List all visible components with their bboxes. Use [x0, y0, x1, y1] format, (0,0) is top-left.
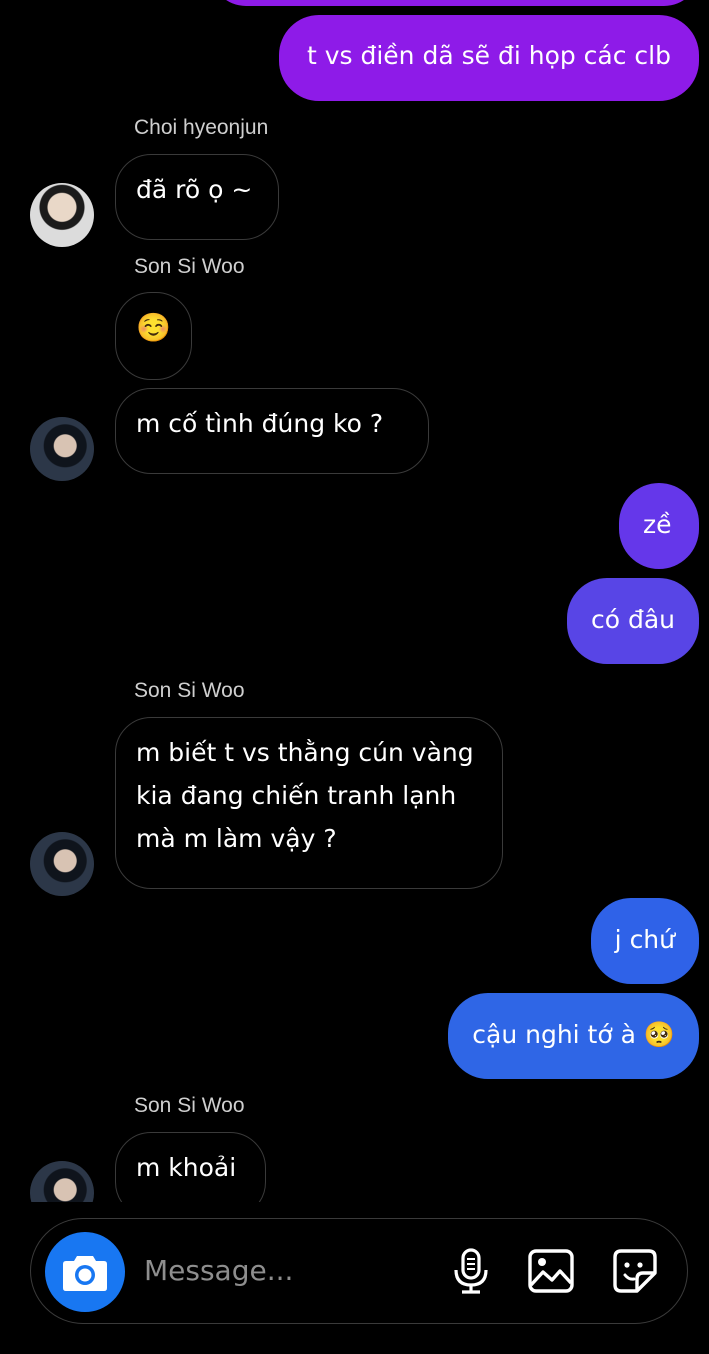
avatar[interactable]	[30, 417, 94, 481]
gallery-icon[interactable]	[527, 1247, 575, 1295]
message-composer: Message...	[30, 1218, 688, 1324]
message-list-clip: m khoải	[0, 1130, 709, 1202]
camera-button[interactable]	[45, 1232, 125, 1312]
outgoing-message[interactable]: j chứ	[590, 898, 699, 984]
incoming-message[interactable]: m khoải	[115, 1132, 266, 1202]
outgoing-message[interactable]: cậu nghi tớ à 🥺	[448, 993, 699, 1079]
sender-name: Son Si Woo	[134, 679, 245, 702]
incoming-message[interactable]: m biết t vs thằng cún vàng kia đang chiế…	[115, 717, 503, 889]
outgoing-message[interactable]: có đâu	[566, 578, 699, 664]
sender-name: Choi hyeonjun	[134, 116, 269, 139]
incoming-message[interactable]: đã rõ ọ ~	[115, 154, 279, 240]
sender-name: Son Si Woo	[134, 1094, 245, 1117]
avatar[interactable]	[30, 183, 94, 247]
incoming-message[interactable]: ☺️	[115, 292, 192, 380]
incoming-message[interactable]: m cố tình đúng ko ?	[115, 388, 429, 474]
outgoing-message[interactable]: t vs điền dã sẽ đi họp các clb	[278, 15, 699, 101]
message-input[interactable]: Message...	[144, 1254, 293, 1287]
outgoing-message[interactable]: zề	[619, 483, 699, 569]
sticker-icon[interactable]	[611, 1247, 659, 1295]
sender-name: Son Si Woo	[134, 255, 245, 278]
avatar[interactable]	[30, 832, 94, 896]
camera-icon	[63, 1256, 107, 1291]
microphone-icon[interactable]	[447, 1247, 495, 1295]
avatar[interactable]	[30, 1161, 94, 1202]
previous-message-bubble-edge	[210, 0, 700, 6]
